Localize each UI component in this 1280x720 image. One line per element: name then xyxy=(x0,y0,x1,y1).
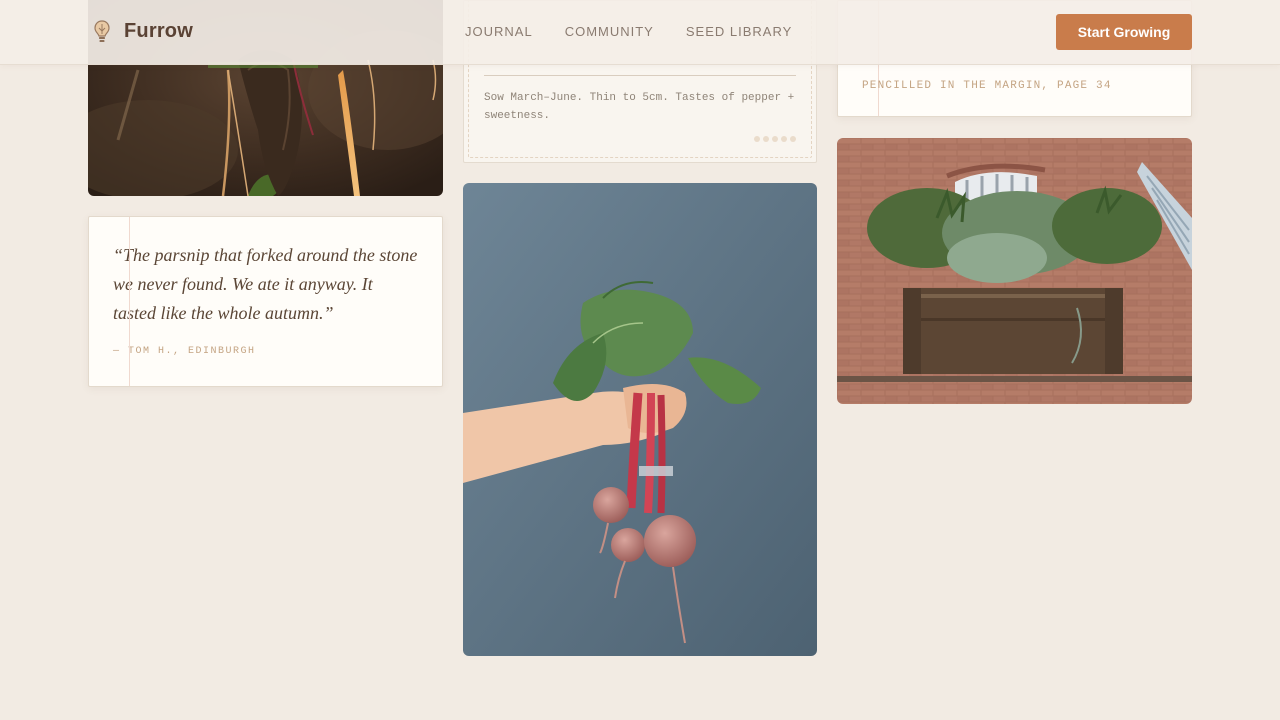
nav-link-community[interactable]: COMMUNITY xyxy=(565,24,654,39)
nav-links: JOURNAL COMMUNITY SEED LIBRARY xyxy=(465,24,792,39)
note-divider xyxy=(484,75,796,76)
dot-1 xyxy=(754,136,760,142)
brand[interactable]: Furrow xyxy=(92,18,193,44)
quote-card: “The parsnip that forked around the ston… xyxy=(88,216,443,387)
quote-text: “The parsnip that forked around the ston… xyxy=(113,245,418,323)
margin-caption: PENCILLED IN THE MARGIN, PAGE 34 xyxy=(862,80,1112,92)
dot-2 xyxy=(763,136,769,142)
brand-name: Furrow xyxy=(124,19,193,42)
seed-bulb-icon xyxy=(94,20,110,42)
window-box-image xyxy=(837,138,1192,404)
nav-link-seed-library[interactable]: SEED LIBRARY xyxy=(686,24,792,39)
dot-3 xyxy=(772,136,778,142)
photo-beets[interactable] xyxy=(463,183,817,656)
dot-4 xyxy=(781,136,787,142)
quote-author: — TOM H., EDINBURGH xyxy=(113,346,256,357)
dot-5 xyxy=(790,136,796,142)
nav-link-journal[interactable]: JOURNAL xyxy=(465,24,533,39)
margin-line xyxy=(129,217,130,386)
top-nav: Furrow JOURNAL COMMUNITY SEED LIBRARY St… xyxy=(0,0,1280,65)
beets-image xyxy=(463,183,817,656)
photo-window-box[interactable] xyxy=(837,138,1192,404)
rating-dots xyxy=(754,136,796,142)
start-growing-button[interactable]: Start Growing xyxy=(1056,14,1192,50)
note-text: Sow March–June. Thin to 5cm. Tastes of p… xyxy=(484,92,795,122)
